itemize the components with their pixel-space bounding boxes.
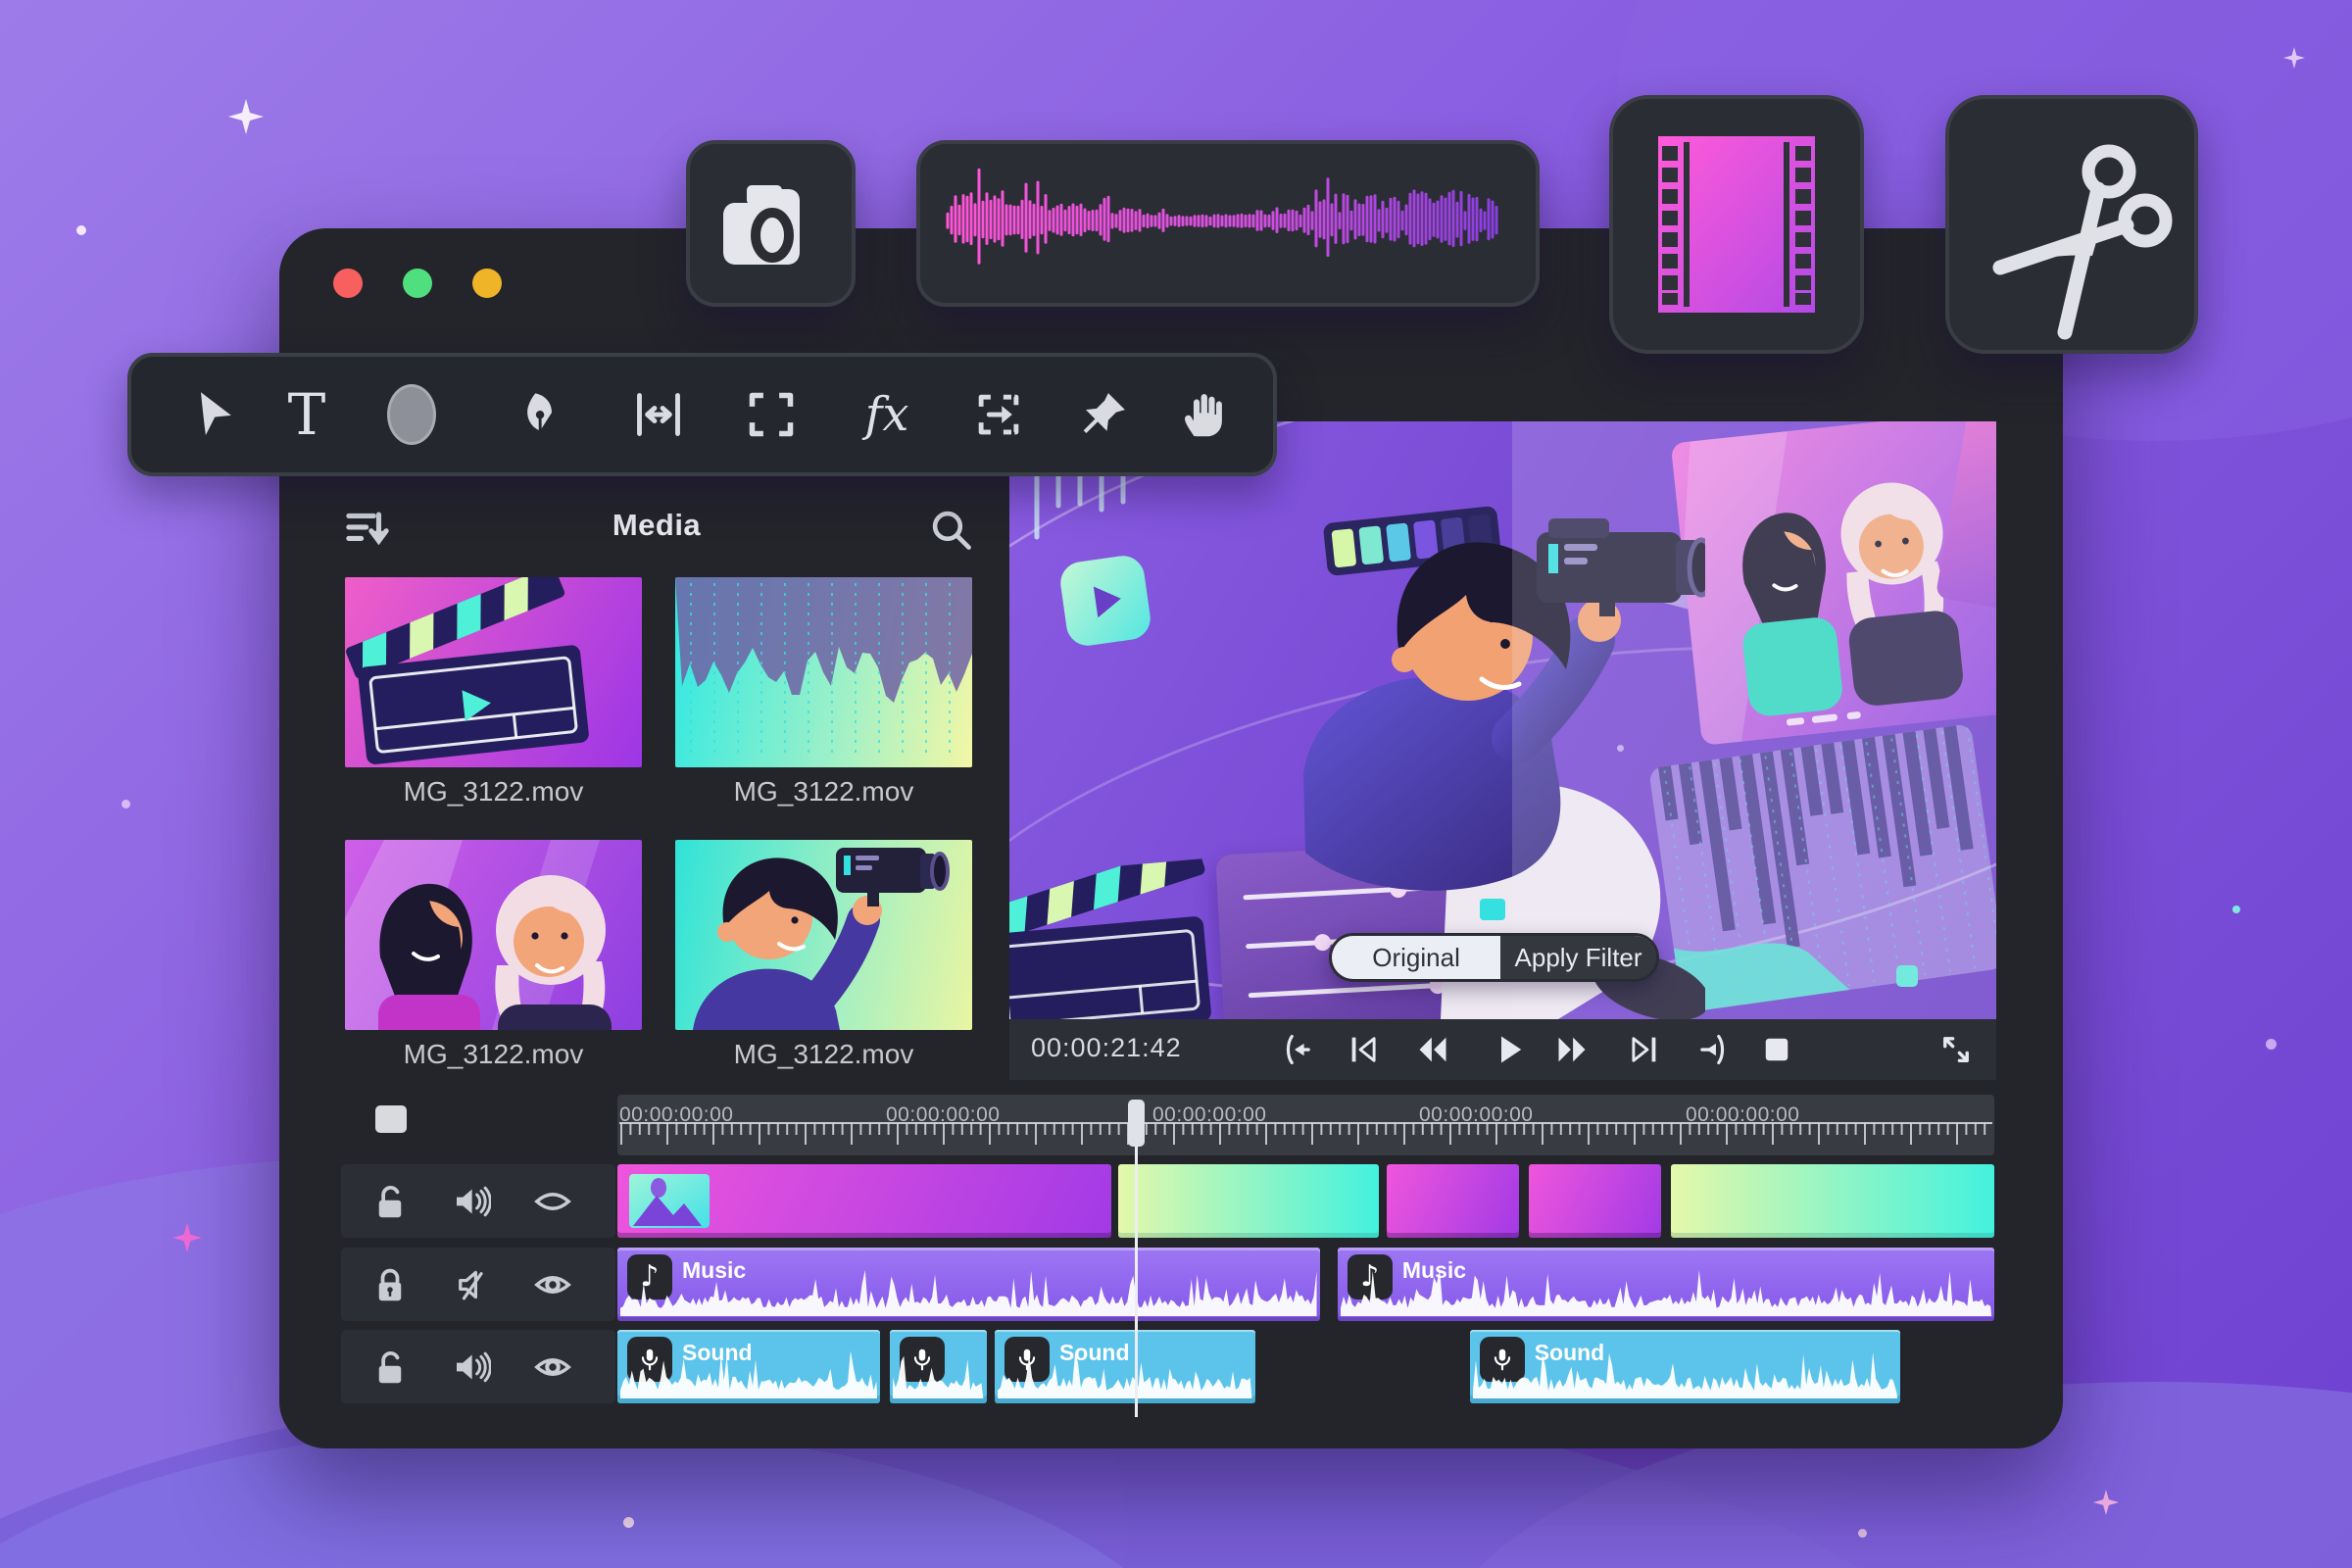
track-header-marker[interactable] [375,1105,407,1133]
track-controls-music [341,1248,615,1321]
tool-select[interactable] [182,383,245,446]
scissors-icon [1949,99,2194,350]
tool-frame[interactable] [740,383,803,446]
traffic-light-green[interactable] [403,269,432,298]
background-dot [76,225,86,235]
tool-pen[interactable] [508,383,570,446]
sound-clip[interactable]: Sound [617,1330,880,1403]
preview-canvas [1009,421,1996,1019]
track-sound: Sound Sound Sound [617,1330,1994,1403]
eye-icon[interactable] [533,1182,572,1221]
sound-clip[interactable]: Sound [1470,1330,1901,1403]
playhead[interactable] [1135,1100,1138,1417]
camera-tile[interactable] [686,140,856,307]
play-button[interactable] [1493,1032,1528,1067]
playhead-handle[interactable] [1128,1100,1145,1147]
desktop: Media MG_3122.mov MG_3122.mov MG_3122.mov M… [0,0,2352,1568]
speaker-muted-icon[interactable] [452,1265,491,1304]
media-item-name: MG_3122.mov [675,1039,972,1070]
image-icon [629,1174,710,1228]
tool-hand[interactable] [1173,383,1236,446]
media-item-thumbnail[interactable] [345,577,642,767]
search-icon[interactable] [929,508,974,553]
sound-clip[interactable]: Sound [995,1330,1255,1403]
background-dot [1858,1529,1867,1538]
scissors-tile[interactable] [1945,95,2198,354]
traffic-light-red[interactable] [333,269,363,298]
filter-split-overlay [1512,421,1996,1019]
track-video [617,1164,1994,1238]
media-item-thumbnail[interactable] [675,840,972,1030]
in-point-button[interactable] [1281,1032,1316,1067]
tool-width[interactable] [627,383,690,446]
background-dot [623,1517,634,1528]
rewind-button[interactable] [1415,1032,1450,1067]
eye-icon[interactable] [533,1265,572,1304]
sound-clip[interactable] [890,1330,986,1403]
tool-export[interactable] [967,383,1030,446]
media-item-name: MG_3122.mov [345,1039,642,1070]
lock-closed-icon[interactable] [370,1265,410,1304]
fullscreen-button[interactable] [1938,1032,1974,1067]
stop-button[interactable] [1759,1032,1794,1067]
skip-start-button[interactable] [1347,1032,1382,1067]
out-point-button[interactable] [1694,1032,1730,1067]
music-clip[interactable]: ♪Music [1338,1248,1994,1321]
background-dot [2232,906,2240,913]
video-clip[interactable] [1387,1164,1519,1238]
eye-icon[interactable] [533,1348,572,1387]
video-clip[interactable] [617,1164,1111,1238]
speaker-on-icon[interactable] [452,1182,491,1221]
background-dot [2266,1039,2277,1050]
media-item-name: MG_3122.mov [675,776,972,808]
lock-open-icon[interactable] [370,1182,410,1221]
media-panel-title: Media [490,508,823,543]
sort-icon[interactable] [345,510,390,549]
speaker-on-icon[interactable] [452,1348,491,1387]
traffic-light-yellow[interactable] [472,269,502,298]
music-clip[interactable]: ♪Music [617,1248,1320,1321]
audio-waveform-tile[interactable] [916,140,1540,307]
track-controls-sound [341,1330,615,1403]
video-clip[interactable] [1118,1164,1379,1238]
apply-filter-button[interactable]: Apply Filter [1500,936,1656,979]
film-strip-icon [1613,99,1860,350]
tool-pin[interactable] [1072,383,1135,446]
tools-toolbar: Tfx [127,353,1277,476]
window-controls [333,269,502,298]
audio-waveform-icon [946,162,1502,281]
lock-open-icon[interactable] [370,1348,410,1387]
track-music: ♪Music♪Music [617,1248,1994,1321]
video-clip[interactable] [1529,1164,1661,1238]
fast-forward-button[interactable] [1554,1032,1590,1067]
media-item-thumbnail[interactable] [675,577,972,767]
media-item-thumbnail[interactable] [345,840,642,1030]
tool-ellipse[interactable] [380,383,443,446]
timecode-display: 00:00:21:42 [1031,1033,1182,1063]
filter-toggle: Original Apply Filter [1329,933,1659,982]
tool-text[interactable]: T [275,383,338,446]
original-button[interactable]: Original [1332,936,1500,979]
track-controls-video [341,1164,615,1238]
tool-effects[interactable]: fx [856,383,918,446]
video-clip[interactable] [1671,1164,1994,1238]
camera-icon [690,144,852,303]
background-dot [122,800,130,808]
film-strip-tile[interactable] [1609,95,1864,354]
media-item-name: MG_3122.mov [345,776,642,808]
skip-end-button[interactable] [1626,1032,1661,1067]
timeline-ruler[interactable]: 00:00:00:0000:00:00:0000:00:00:0000:00:0… [617,1095,1994,1155]
